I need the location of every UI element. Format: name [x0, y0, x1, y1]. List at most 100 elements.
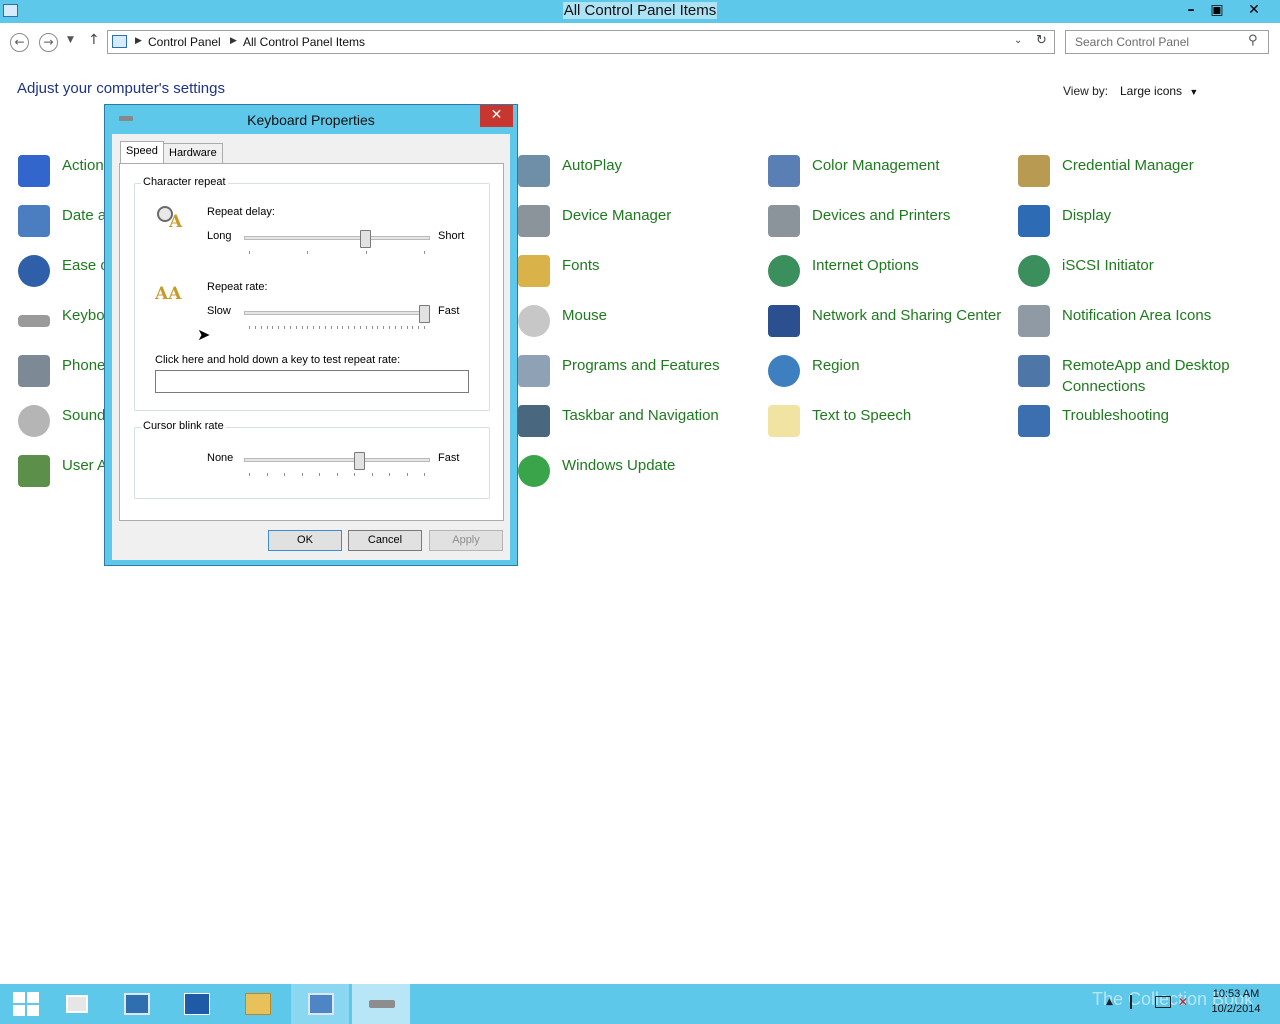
slider-tick: [307, 326, 309, 329]
slider-tick: [365, 326, 367, 329]
printer-icon: [768, 205, 800, 237]
repeat-rate-slider[interactable]: [419, 305, 430, 323]
cp-item-programs-features[interactable]: Programs and Features: [518, 350, 758, 392]
cp-item-devices-printers[interactable]: Devices and Printers: [768, 200, 1008, 242]
chevron-right-icon: ▶: [135, 36, 142, 46]
slider-tick: [336, 326, 338, 329]
slider-tick: [284, 473, 285, 476]
address-bar[interactable]: ▶ Control Panel ▶ All Control Panel Item…: [107, 30, 1055, 54]
slider-tick: [424, 326, 425, 329]
slider-tick: [319, 473, 320, 476]
repeat-rate-min-label: Slow: [207, 305, 231, 317]
network-icon[interactable]: [1155, 996, 1171, 1008]
cp-item-region[interactable]: Region: [768, 350, 1008, 392]
cp-item-color-management[interactable]: Color Management: [768, 150, 1008, 192]
show-hidden-icons-icon[interactable]: ▲: [1106, 997, 1113, 1007]
forward-button[interactable]: →: [39, 33, 58, 52]
cp-item-windows-update[interactable]: Windows Update: [518, 450, 758, 492]
cp-item-text-to-speech[interactable]: Text to Speech: [768, 400, 1008, 442]
slider-tick: [260, 326, 262, 329]
cp-item-device-manager[interactable]: Device Manager: [518, 200, 758, 242]
slider-tick: [284, 326, 285, 329]
slider-tick: [412, 326, 414, 329]
network-icon: [768, 305, 800, 337]
cp-item-network-sharing[interactable]: Network and Sharing Center: [768, 300, 1008, 342]
view-by-dropdown[interactable]: Large icons ▼: [1120, 84, 1198, 98]
cp-item-credential-manager[interactable]: Credential Manager: [1018, 150, 1258, 192]
keyboard-icon: [369, 1000, 395, 1008]
cp-item-display[interactable]: Display: [1018, 200, 1258, 242]
taskbar-task-view[interactable]: [49, 984, 107, 1024]
repeat-rate-max-label: Fast: [438, 305, 460, 317]
cursor-blink-max-label: Fast: [438, 452, 460, 464]
troubleshooting-icon: [1018, 405, 1050, 437]
cp-item-taskbar-navigation[interactable]: Taskbar and Navigation: [518, 400, 758, 442]
ease-of-access-icon: [18, 255, 50, 287]
cp-item-internet-options[interactable]: Internet Options: [768, 250, 1008, 292]
taskbar-file-explorer[interactable]: [228, 984, 286, 1024]
repeat-rate-icon: AA: [155, 284, 182, 304]
users-icon: [18, 455, 50, 487]
restore-button[interactable]: ▣: [1200, 0, 1234, 22]
slider-tick: [301, 326, 303, 329]
repeat-delay-ticks: [249, 251, 425, 255]
color-management-icon: [768, 155, 800, 187]
cp-item-fonts[interactable]: Fonts: [518, 250, 758, 292]
taskbar-keyboard-properties[interactable]: [352, 984, 410, 1024]
tab-hardware[interactable]: Hardware: [163, 143, 223, 163]
window-title: All Control Panel Items: [562, 2, 718, 19]
cancel-button[interactable]: Cancel: [348, 530, 422, 551]
windows-icon: [66, 995, 88, 1013]
refresh-icon[interactable]: ↻: [1036, 33, 1047, 48]
clock[interactable]: 10:53 AM 10/2/2014: [1204, 987, 1268, 1017]
region-globe-icon: [768, 355, 800, 387]
cursor-blink-slider[interactable]: [354, 452, 366, 470]
clock-date: 10/2/2014: [1211, 1003, 1261, 1015]
test-repeat-label: Click here and hold down a key to test r…: [155, 354, 401, 366]
character-repeat-group: Character repeat A Repeat delay: Long Sh…: [134, 176, 490, 411]
apply-button[interactable]: Apply: [429, 530, 503, 551]
slider-tick: [371, 473, 373, 476]
control-panel-icon: [308, 993, 334, 1015]
cp-item-troubleshooting[interactable]: Troubleshooting: [1018, 400, 1258, 442]
keyboard-icon: [18, 315, 50, 327]
dialog-close-button[interactable]: ✕: [480, 105, 513, 127]
test-repeat-input[interactable]: [155, 370, 469, 393]
taskbar-server-manager[interactable]: [107, 984, 165, 1024]
slider-tick: [400, 326, 402, 329]
iscsi-globe-icon: [1018, 255, 1050, 287]
slider-tick: [254, 326, 256, 329]
monitor-icon: [1018, 205, 1050, 237]
calendar-clock-icon: [18, 205, 50, 237]
repeat-delay-slider[interactable]: [359, 230, 371, 248]
action-center-flag-icon[interactable]: [1130, 995, 1144, 1009]
address-dropdown-icon[interactable]: ⌄: [1014, 35, 1022, 46]
close-button[interactable]: ✕: [1237, 0, 1271, 22]
taskbar-control-panel[interactable]: [291, 984, 349, 1024]
tab-speed[interactable]: Speed: [120, 141, 164, 163]
globe-icon: [768, 255, 800, 287]
dialog-title: Keyboard Properties: [247, 112, 375, 128]
search-input[interactable]: Search Control Panel ⚲: [1065, 30, 1269, 54]
volume-muted-icon[interactable]: ✕: [1178, 995, 1188, 1009]
cp-item-iscsi-initiator[interactable]: iSCSI Initiator: [1018, 250, 1258, 292]
cp-item-autoplay[interactable]: AutoPlay: [518, 150, 758, 192]
recent-pages-chevron-icon[interactable]: ▼: [67, 35, 74, 45]
search-icon[interactable]: ⚲: [1248, 33, 1258, 48]
cp-item-remoteapp[interactable]: RemoteApp and Desktop Connections: [1018, 350, 1258, 395]
ok-button[interactable]: OK: [268, 530, 342, 551]
taskbar-powershell[interactable]: [167, 984, 225, 1024]
cp-item-notification-area[interactable]: Notification Area Icons: [1018, 300, 1258, 342]
back-button[interactable]: ←: [10, 33, 29, 52]
slider-tick: [394, 326, 396, 329]
up-button[interactable]: ↑: [88, 32, 100, 48]
clock-time: 10:53 AM: [1212, 988, 1260, 1000]
windows-logo-icon: [13, 992, 39, 1016]
breadcrumb-control-panel[interactable]: Control Panel: [148, 35, 221, 49]
slider-tick: [307, 251, 309, 254]
breadcrumb-all-items[interactable]: All Control Panel Items: [243, 35, 365, 49]
cp-item-mouse[interactable]: Mouse: [518, 300, 758, 342]
mouse-icon: [518, 305, 550, 337]
slider-tick: [348, 326, 350, 329]
flag-icon: [18, 155, 50, 187]
